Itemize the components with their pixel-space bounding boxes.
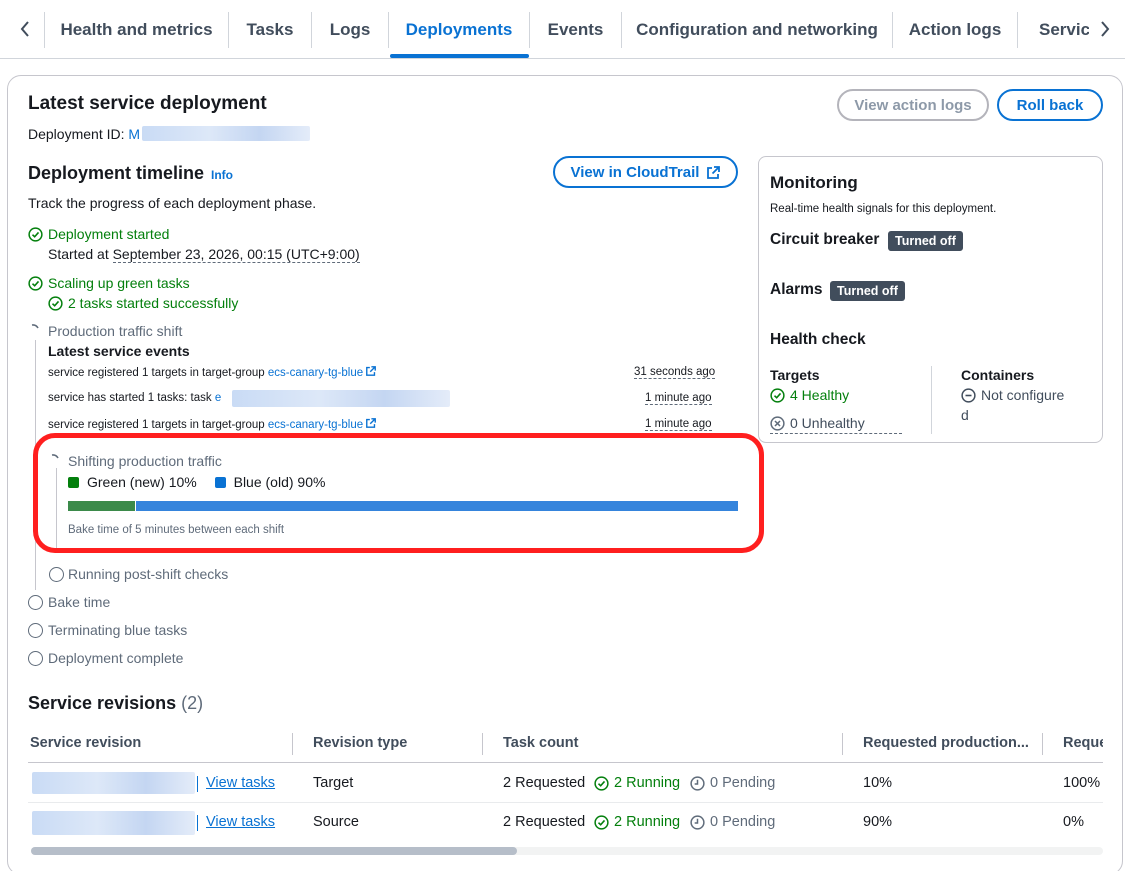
containers-status-wrap: d (961, 407, 969, 423)
tasks-pending: 0 Pending (710, 775, 776, 791)
roll-back-button[interactable]: Roll back (997, 89, 1103, 121)
requested-percent: 100% (1063, 775, 1101, 791)
target-group-link[interactable]: ecs-canary-tg-blue (268, 419, 363, 431)
view-in-cloudtrail-button[interactable]: View in CloudTrail (553, 156, 738, 188)
external-link-icon (366, 366, 377, 376)
tab-logs[interactable]: Logs (312, 0, 388, 59)
deployment-id-link[interactable]: M (128, 126, 140, 142)
in-progress-spinner-icon (30, 323, 42, 335)
external-link-icon (366, 418, 377, 428)
step-terminating-blue-tasks: Terminating blue tasks (48, 622, 188, 638)
containers-label: Containers (961, 367, 1035, 383)
chevron-left-icon[interactable] (14, 18, 36, 40)
service-event: service registered 1 targets in target-g… (48, 418, 377, 431)
alarms-label: Alarms (770, 281, 823, 298)
event-time: 1 minute ago (645, 418, 712, 431)
monitoring-title: Monitoring (770, 173, 858, 192)
event-time: 31 seconds ago (634, 366, 716, 379)
targets-healthy: 4 Healthy (790, 387, 850, 403)
highlight-annotation (33, 433, 764, 553)
requested-production-percent: 90% (863, 814, 893, 830)
latest-deployment-title: Latest service deployment (28, 93, 267, 114)
pending-circle-icon (28, 623, 43, 638)
service-revisions-count: (2) (181, 693, 204, 713)
timeline-description: Track the progress of each deployment ph… (28, 195, 317, 211)
revision-type: Source (313, 814, 359, 830)
scaling-result: 2 tasks started successfully (68, 295, 239, 311)
containers-status: Not configure (981, 387, 1065, 403)
pending-circle-icon (28, 651, 43, 666)
timeline-info-link[interactable]: Info (211, 168, 233, 182)
started-at-text: Started at September 23, 2026, 00:15 (UT… (48, 246, 360, 263)
service-revisions-title: Service revisions (2) (28, 693, 204, 713)
tab-events[interactable]: Events (530, 0, 621, 59)
check-circle-icon (594, 815, 609, 830)
step-scaling-up-green-tasks: Scaling up green tasks (48, 275, 190, 291)
service-event: service has started 1 tasks: task e (48, 392, 222, 404)
column-header-task-count[interactable]: Task count (503, 735, 578, 751)
tab-service-overflow[interactable]: Servic (1018, 0, 1089, 59)
tab-action-logs[interactable]: Action logs (893, 0, 1017, 59)
monitoring-subtitle: Real-time health signals for this deploy… (770, 203, 997, 215)
latest-service-events-title: Latest service events (48, 343, 190, 359)
target-group-link[interactable]: ecs-canary-tg-blue (268, 367, 363, 379)
service-event: service registered 1 targets in target-g… (48, 366, 377, 379)
view-tasks-link[interactable]: View tasks (206, 775, 275, 791)
health-check-title: Health check (770, 331, 866, 348)
column-header-requested-production[interactable]: Requested production... (863, 735, 1029, 751)
tab-bar: Health and metrics Tasks Logs Deployment… (0, 0, 1125, 59)
redacted-revision-arn (32, 772, 195, 794)
tab-tasks[interactable]: Tasks (229, 0, 311, 59)
column-header-requested-overflow[interactable]: Reque (1063, 735, 1103, 751)
external-link-icon (707, 165, 721, 179)
requested-percent: 0% (1063, 814, 1084, 830)
column-header-service-revision[interactable]: Service revision (30, 735, 141, 751)
x-circle-icon (770, 416, 785, 431)
view-tasks-link[interactable]: View tasks (206, 814, 275, 830)
clock-icon (690, 776, 705, 791)
minus-circle-icon (961, 388, 976, 403)
step-bake-time: Bake time (48, 594, 111, 610)
horizontal-scrollbar-thumb[interactable] (31, 847, 517, 855)
tasks-running: 2 Running (614, 814, 681, 830)
check-circle-icon (594, 776, 609, 791)
deployment-timeline-title: Deployment timeline (28, 163, 205, 183)
pending-circle-icon (49, 567, 64, 582)
chevron-right-icon[interactable] (1094, 18, 1116, 40)
tab-deployments[interactable]: Deployments (389, 0, 529, 59)
task-link[interactable]: e (215, 392, 221, 404)
requested-production-percent: 10% (863, 775, 893, 791)
active-tab-indicator (390, 54, 529, 58)
step-deployment-complete: Deployment complete (48, 650, 184, 666)
tab-health-and-metrics[interactable]: Health and metrics (45, 0, 228, 59)
redacted-task-id (232, 390, 450, 407)
check-circle-icon (48, 296, 63, 311)
tasks-requested: 2 Requested (503, 814, 586, 830)
redacted-revision-arn (32, 811, 195, 835)
started-at-timestamp: September 23, 2026, 00:15 (UTC+9:00) (112, 246, 360, 263)
circuit-breaker-label: Circuit breaker (770, 231, 880, 248)
tasks-running: 2 Running (614, 775, 681, 791)
check-circle-icon (28, 227, 43, 242)
check-circle-icon (28, 276, 43, 291)
tab-configuration-and-networking[interactable]: Configuration and networking (622, 0, 892, 59)
tasks-pending: 0 Pending (710, 814, 776, 830)
targets-label: Targets (770, 367, 820, 383)
circuit-breaker-status-badge: Turned off (888, 231, 963, 251)
step-running-post-shift-checks: Running post-shift checks (68, 566, 229, 582)
step-production-traffic-shift: Production traffic shift (48, 323, 183, 339)
step-deployment-started: Deployment started (48, 226, 170, 242)
targets-unhealthy: 0 Unhealthy (790, 415, 865, 431)
event-time: 1 minute ago (645, 392, 712, 405)
clock-icon (690, 815, 705, 830)
alarms-status-badge: Turned off (830, 281, 905, 301)
view-action-logs-button[interactable]: View action logs (837, 89, 989, 121)
redacted-deployment-id (142, 126, 310, 141)
check-circle-icon (770, 388, 785, 403)
deployment-id-label: Deployment ID: M (28, 126, 141, 142)
tasks-requested: 2 Requested (503, 775, 586, 791)
column-header-revision-type[interactable]: Revision type (313, 735, 407, 751)
pending-circle-icon (28, 595, 43, 610)
revision-type: Target (313, 775, 354, 791)
